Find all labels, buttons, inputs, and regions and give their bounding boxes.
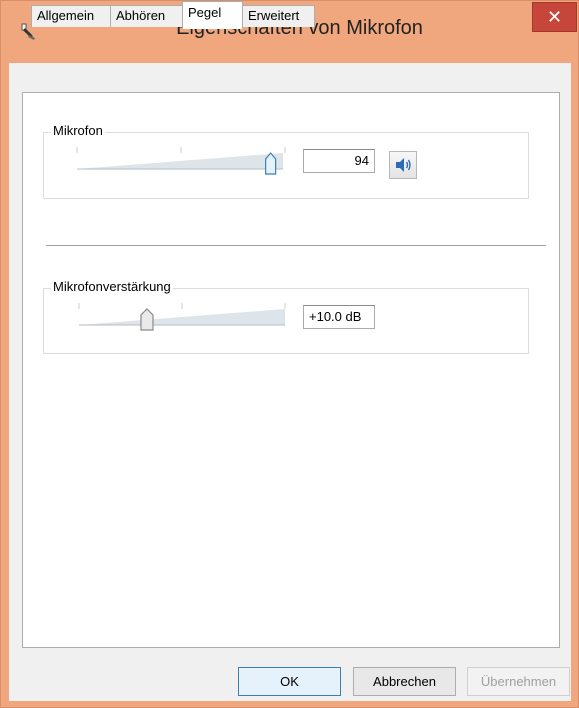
mikrofon-level-slider[interactable] — [75, 147, 289, 177]
tab-label: Allgemein — [37, 8, 95, 23]
ok-button[interactable]: OK — [238, 667, 341, 696]
boost-slider-thumb[interactable] — [140, 308, 154, 331]
close-icon: ✕ — [546, 6, 563, 27]
mikrofon-value-field[interactable]: 94 — [303, 149, 375, 173]
tab-label: Erweitert — [248, 8, 300, 23]
dialog-window: Eigenschaften von Mikrofon ✕ Allgemein A… — [0, 0, 579, 708]
tab-abhoeren[interactable]: Abhören — [110, 5, 183, 27]
apply-button: Übernehmen — [467, 667, 570, 696]
section-divider — [46, 245, 546, 246]
close-button[interactable]: ✕ — [532, 2, 577, 32]
mute-button[interactable] — [389, 151, 417, 179]
tab-label: Abhören — [116, 8, 166, 23]
cancel-button-label: Abbrechen — [373, 674, 436, 689]
boost-slider-graphic — [78, 303, 286, 331]
speaker-icon — [390, 158, 416, 181]
tab-label: Pegel — [188, 5, 222, 20]
ok-button-label: OK — [280, 674, 299, 689]
boost-group-label: Mikrofonverstärkung — [51, 279, 173, 294]
apply-button-label: Übernehmen — [480, 674, 557, 689]
cancel-button[interactable]: Abbrechen — [353, 667, 456, 696]
tab-erweitert[interactable]: Erweitert — [242, 5, 315, 27]
mikrofon-group-label: Mikrofon — [51, 123, 105, 138]
boost-value-field[interactable]: +10.0 dB — [303, 305, 375, 329]
mikrofon-slider-graphic — [76, 147, 286, 175]
tab-pegel[interactable]: Pegel — [182, 1, 243, 29]
tab-allgemein[interactable]: Allgemein — [31, 5, 111, 27]
boost-level-slider[interactable] — [77, 303, 291, 333]
